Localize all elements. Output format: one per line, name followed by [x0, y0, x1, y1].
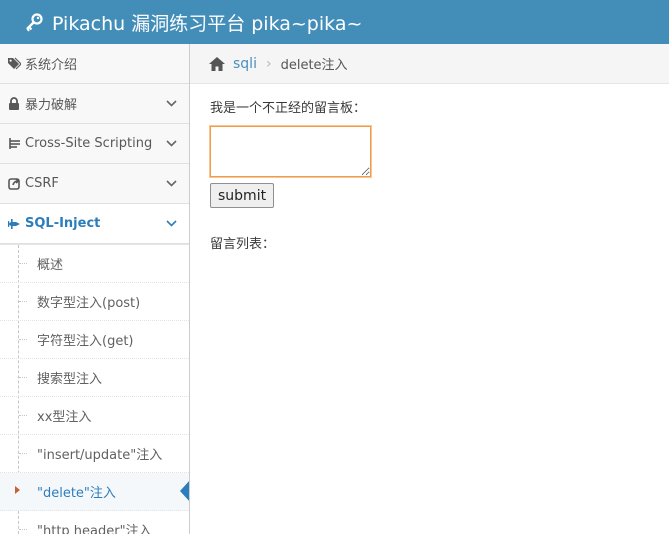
breadcrumb: sqli › delete注入 [190, 44, 669, 84]
chevron-down-icon [166, 100, 177, 107]
sidebar-item-csrf[interactable]: CSRF [0, 164, 189, 204]
sidebar-item-sqli[interactable]: SQL-Inject [0, 204, 189, 244]
submenu-item-label: 搜索型注入 [37, 372, 103, 387]
submenu-item-string-get[interactable]: 字符型注入(get) [0, 321, 189, 359]
submenu-item-label: "insert/update"注入 [37, 448, 163, 463]
submenu-item-label: "delete"注入 [37, 486, 116, 501]
sidebar-item-label: SQL-Inject [25, 216, 101, 231]
submenu-item-insert-update[interactable]: "insert/update"注入 [0, 435, 189, 473]
lock-icon [7, 97, 21, 111]
submenu-item-search[interactable]: 搜索型注入 [0, 359, 189, 397]
active-indicator [180, 480, 189, 502]
submenu-item-xx[interactable]: xx型注入 [0, 397, 189, 435]
key-icon [26, 13, 43, 32]
sidebar-item-label: 暴力破解 [25, 98, 78, 113]
submenu-item-label: xx型注入 [37, 410, 92, 425]
message-list-label: 留言列表： [210, 237, 276, 252]
message-textarea[interactable] [210, 126, 371, 177]
submenu-item-label: 概述 [37, 258, 64, 273]
sidebar-item-bruteforce[interactable]: 暴力破解 [0, 84, 189, 124]
submenu-item-label: "http header"注入 [37, 524, 152, 534]
brand-title: Pikachu 漏洞练习平台 pika~pika~ [52, 12, 363, 35]
tags-icon [7, 57, 21, 71]
sqli-submenu: 概述 数字型注入(post) 字符型注入(get) 搜索型注入 xx型注入 "i… [0, 244, 189, 534]
caret-right-icon [15, 486, 20, 494]
submenu-item-overview[interactable]: 概述 [0, 245, 189, 283]
breadcrumb-current: delete注入 [280, 58, 348, 73]
home-icon[interactable] [208, 56, 226, 72]
message-prompt: 我是一个不正经的留言板： [210, 101, 367, 116]
breadcrumb-separator: › [265, 55, 272, 72]
sidebar: 系统介绍 暴力破解 Cross-Site Scripting CSRF SQL-… [0, 44, 190, 534]
submenu-item-label: 字符型注入(get) [37, 334, 134, 349]
submit-button[interactable]: submit [210, 183, 275, 208]
submenu-item-http-header[interactable]: "http header"注入 [0, 511, 189, 534]
brand[interactable]: Pikachu 漏洞练习平台 pika~pika~ [24, 9, 362, 36]
main-content: 我是一个不正经的留言板： submit 留言列表： [210, 83, 371, 252]
list-tree-icon [7, 137, 21, 151]
fighter-jet-icon [7, 217, 21, 231]
sidebar-item-xss[interactable]: Cross-Site Scripting [0, 124, 189, 164]
breadcrumb-link-sqli[interactable]: sqli [233, 56, 257, 72]
sidebar-item-label: 系统介绍 [25, 58, 78, 73]
submenu-item-label: 数字型注入(post) [37, 296, 141, 311]
chevron-down-icon [166, 220, 177, 227]
top-navbar: Pikachu 漏洞练习平台 pika~pika~ [0, 0, 669, 44]
chevron-down-icon [166, 140, 177, 147]
chevron-down-icon [166, 180, 177, 187]
share-icon [7, 177, 21, 191]
sidebar-item-intro[interactable]: 系统介绍 [0, 44, 189, 84]
submenu-item-numeric-post[interactable]: 数字型注入(post) [0, 283, 189, 321]
sidebar-item-label: CSRF [25, 176, 59, 191]
submenu-item-delete[interactable]: "delete"注入 [0, 473, 189, 511]
sidebar-item-label: Cross-Site Scripting [25, 136, 153, 151]
